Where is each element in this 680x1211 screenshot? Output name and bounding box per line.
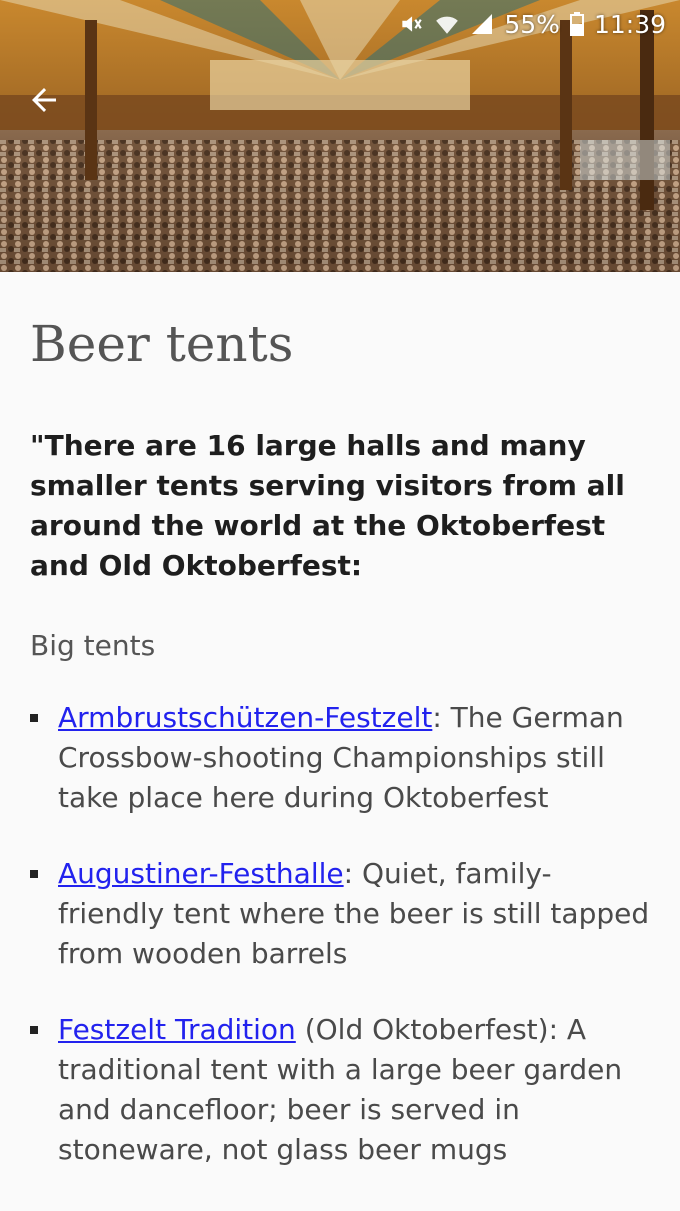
bullet-icon	[30, 1026, 38, 1034]
battery-icon	[569, 12, 584, 36]
section-label: Big tents	[30, 629, 156, 662]
intro-paragraph: "There are 16 large halls and many small…	[30, 429, 625, 582]
signal-icon	[470, 12, 494, 36]
bullet-icon	[30, 870, 38, 878]
list-item: Festzelt Tradition (Old Oktoberfest): A …	[30, 1010, 650, 1170]
tent-link-armbrustschuetzen[interactable]: Armbrustschützen-Festzelt	[58, 701, 432, 734]
wifi-icon	[434, 11, 460, 37]
arrow-back-icon	[32, 88, 56, 112]
back-button[interactable]	[18, 74, 70, 126]
page-title: Beer tents	[30, 315, 294, 373]
hero-image: 55% 11:39	[0, 0, 680, 272]
list-item: Armbrustschützen-Festzelt: The German Cr…	[30, 698, 650, 818]
clock: 11:39	[593, 9, 666, 39]
tent-link-festzelt-tradition[interactable]: Festzelt Tradition	[58, 1013, 296, 1046]
tent-list: Armbrustschützen-Festzelt: The German Cr…	[30, 698, 650, 1170]
bullet-icon	[30, 714, 38, 722]
mute-icon	[398, 11, 424, 37]
list-item: Augustiner-Festhalle: Quiet, family-frie…	[30, 854, 650, 974]
status-bar: 55% 11:39	[0, 0, 680, 48]
battery-percent: 55%	[504, 9, 560, 39]
screen: 55% 11:39 Beer tents "There are 16 large…	[0, 0, 680, 1211]
tent-link-augustiner[interactable]: Augustiner-Festhalle	[58, 857, 344, 890]
article-content: Beer tents "There are 16 large halls and…	[0, 272, 680, 1211]
